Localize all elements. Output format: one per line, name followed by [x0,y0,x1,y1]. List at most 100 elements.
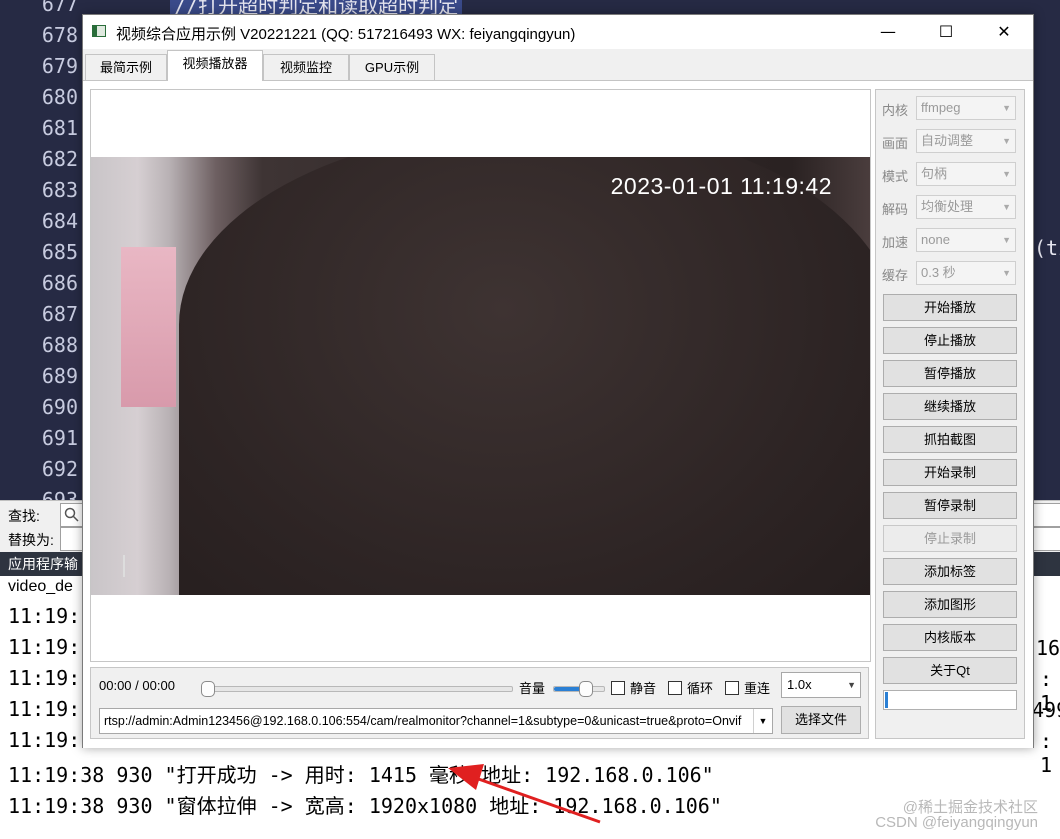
setting-value: 0.3 秒 [921,265,956,280]
chevron-down-icon: ▼ [1002,103,1011,113]
line-number: 684 [41,209,78,233]
time-total: 00:00 [142,678,175,693]
line-number: 683 [41,178,78,202]
checkbox-box[interactable] [725,681,739,695]
line-number: 686 [41,271,78,295]
time-display: 00:00 / 00:00 [99,678,175,693]
url-input[interactable]: rtsp://admin:Admin123456@192.168.0.106:5… [99,708,773,734]
watermark: CSDN @feiyangqingyun [875,814,1038,831]
log-line-prefix: 11:19: [8,697,81,721]
record-progress-fill [885,692,888,708]
volume-slider-handle[interactable] [579,681,593,697]
line-number: 678 [41,23,78,47]
playback-controls: 00:00 / 00:00 音量 静音 循环 重连 1.0x ▼ rtsp://… [90,667,869,739]
line-number: 677 [41,0,78,16]
setting-label: 内核 [882,103,909,118]
app-icon [92,25,106,37]
pause-record-button[interactable]: 暂停录制 [883,492,1017,519]
start-play-button[interactable]: 开始播放 [883,294,1017,321]
line-number: 691 [41,426,78,450]
volume-slider[interactable] [553,681,605,697]
line-number: 692 [41,457,78,481]
stop-record-button[interactable]: 停止录制 [883,525,1017,552]
maximize-button[interactable]: ☐ [917,15,975,49]
title-bar[interactable]: 视频综合应用示例 V20221221 (QQ: 517216493 WX: fe… [83,15,1033,49]
reconnect-checkbox[interactable]: 重连 [725,678,770,697]
chevron-down-icon: ▼ [847,680,856,690]
stop-play-button[interactable]: 停止播放 [883,327,1017,354]
position-slider[interactable] [201,681,513,697]
url-value: rtsp://admin:Admin123456@192.168.0.106:5… [104,714,742,728]
time-current: 00:00 [99,678,132,693]
log-line: 11:19:38 930 "窗体拉伸 -> 宽高: 1920x1080 地址: … [8,794,722,818]
log-line-fragment: : 1 [1040,729,1053,777]
log-line-prefix: 11:19: [8,635,81,659]
select-file-button[interactable]: 选择文件 [781,706,861,734]
chevron-down-icon: ▼ [1002,235,1011,245]
chevron-down-icon: ▼ [1002,136,1011,146]
code-fragment: (ti [1034,236,1060,260]
start-record-button[interactable]: 开始录制 [883,459,1017,486]
speed-select[interactable]: 1.0x ▼ [781,672,861,698]
video-frame: 2023-01-01 11:19:42 [91,157,870,595]
replace-label: 替换为: [8,532,54,548]
scale-select[interactable]: 自动调整 ▼ [916,129,1016,153]
mode-select[interactable]: 句柄 ▼ [916,162,1016,186]
resume-play-button[interactable]: 继续播放 [883,393,1017,420]
output-tab[interactable]: video_de [8,578,73,596]
osd-timestamp: 2023-01-01 11:19:42 [610,173,832,199]
control-panel: 内核 ffmpeg ▼ 画面 自动调整 ▼ 模式 句柄 ▼ 解码 均衡处理 ▼ 加速 n… [875,89,1025,739]
chevron-down-icon: ▼ [1002,202,1011,212]
speed-value: 1.0x [787,677,812,692]
video-widget[interactable]: 2023-01-01 11:19:42 [90,89,871,662]
line-number: 687 [41,302,78,326]
core-version-button[interactable]: 内核版本 [883,624,1017,651]
setting-value: ffmpeg [921,100,961,115]
line-number: 690 [41,395,78,419]
hwaccel-select[interactable]: none ▼ [916,228,1016,252]
position-slider-handle[interactable] [201,681,215,697]
snapshot-button[interactable]: 抓拍截图 [883,426,1017,453]
checkbox-box[interactable] [668,681,682,695]
line-number: 682 [41,147,78,171]
line-number: 681 [41,116,78,140]
line-number: 685 [41,240,78,264]
decode-select[interactable]: 均衡处理 ▼ [916,195,1016,219]
line-number: 688 [41,333,78,357]
setting-value: none [921,232,950,247]
close-button[interactable]: ✕ [975,15,1033,49]
video-app-window: 视频综合应用示例 V20221221 (QQ: 517216493 WX: fe… [82,14,1034,748]
video-player-pane: 2023-01-01 11:19:42 00:00 / 00:00 音量 静音 … [83,80,1033,748]
window-title: 视频综合应用示例 V20221221 (QQ: 517216493 WX: fe… [116,26,576,43]
add-label-button[interactable]: 添加标签 [883,558,1017,585]
setting-row-mode: 模式 句柄 ▼ [882,162,1020,186]
mute-checkbox[interactable]: 静音 [611,678,656,697]
core-select[interactable]: ffmpeg ▼ [916,96,1016,120]
setting-label: 模式 [882,169,909,184]
background-object [121,247,176,407]
loop-checkbox[interactable]: 循环 [668,678,713,697]
checkbox-box[interactable] [611,681,625,695]
tab-video-monitor[interactable]: 视频监控 [263,54,349,80]
chevron-down-icon[interactable]: ▼ [753,709,772,733]
setting-value: 自动调整 [921,133,974,148]
cache-select[interactable]: 0.3 秒 ▼ [916,261,1016,285]
setting-row-decode: 解码 均衡处理 ▼ [882,195,1020,219]
tab-video-player[interactable]: 视频播放器 [167,50,263,81]
minimize-button[interactable]: — [859,15,917,49]
about-qt-button[interactable]: 关于Qt [883,657,1017,684]
setting-value: 均衡处理 [921,199,974,214]
setting-row-hwaccel: 加速 none ▼ [882,228,1020,252]
log-line-fragment: 16 [1036,636,1060,660]
line-number: 689 [41,364,78,388]
tab-simple-example[interactable]: 最简示例 [85,54,167,80]
setting-row-core: 内核 ffmpeg ▼ [882,96,1020,120]
record-progress-bar [883,690,1017,710]
add-shape-button[interactable]: 添加图形 [883,591,1017,618]
time-separator: / [135,678,139,693]
tab-gpu-example[interactable]: GPU示例 [349,54,435,80]
setting-label: 缓存 [882,268,909,283]
search-icon [64,507,79,522]
mouse-cursor [123,555,125,577]
pause-play-button[interactable]: 暂停播放 [883,360,1017,387]
